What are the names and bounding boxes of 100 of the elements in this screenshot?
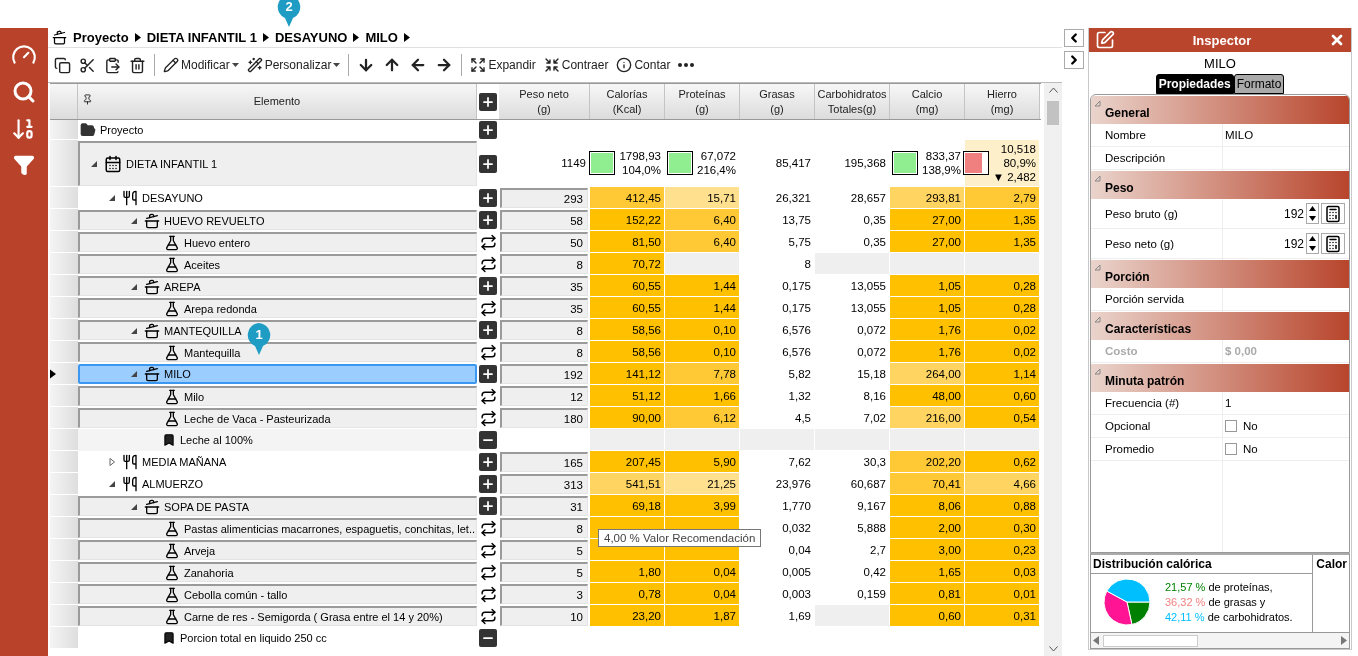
pin-icon[interactable] — [82, 94, 93, 105]
weight-field[interactable]: 8 — [500, 518, 588, 538]
swap-icon[interactable] — [479, 343, 497, 361]
tree-item[interactable]: HUEVO REVUELTO — [164, 214, 265, 227]
swap-icon[interactable] — [479, 233, 497, 251]
weight-field[interactable]: 3 — [500, 584, 588, 604]
weight-field[interactable]: 35 — [500, 276, 588, 296]
weight-field[interactable]: 50 — [500, 232, 588, 252]
column-header[interactable]: Peso neto (g) — [499, 84, 590, 119]
weight-field[interactable]: 5 — [500, 540, 588, 560]
toolbar-button[interactable]: Expandir — [468, 54, 538, 76]
swap-icon[interactable] — [479, 541, 497, 559]
tree-item[interactable]: MILO — [164, 368, 191, 380]
swap-icon[interactable] — [479, 409, 497, 427]
add-button[interactable] — [479, 92, 497, 111]
weight-field[interactable]: 180 — [500, 408, 588, 428]
row-header[interactable] — [50, 363, 78, 385]
tree-item[interactable]: Aceites — [184, 258, 221, 271]
expander-icon[interactable] — [130, 326, 138, 335]
expander-icon[interactable] — [130, 502, 138, 511]
breadcrumb-item[interactable]: DIETA INFANTIL 1 — [146, 30, 257, 45]
weight-field[interactable]: 8 — [500, 342, 588, 362]
expander-icon[interactable] — [130, 282, 138, 291]
previous-button[interactable] — [1064, 29, 1084, 47]
add-button[interactable] — [479, 475, 497, 493]
section-header[interactable]: Peso — [1091, 171, 1349, 199]
column-header[interactable]: Calcio (mg) — [890, 84, 965, 119]
add-button[interactable] — [479, 453, 497, 471]
weight-field[interactable]: 5 — [500, 562, 588, 582]
breadcrumb-arrow-icon[interactable] — [262, 33, 269, 42]
scroll-left-icon[interactable] — [1093, 636, 1099, 645]
add-button[interactable] — [479, 365, 497, 383]
scroll-thumb[interactable] — [1103, 634, 1198, 647]
swap-icon[interactable] — [479, 519, 497, 537]
tree-item[interactable]: Porcion total en liquido 250 cc — [180, 632, 327, 644]
checkbox[interactable] — [1225, 420, 1237, 432]
remove-button[interactable] — [479, 431, 497, 449]
property-value[interactable]: 1 — [1223, 397, 1349, 409]
breadcrumb-arrow-icon[interactable] — [403, 33, 410, 42]
toolbar-button[interactable]: Personalizar — [244, 54, 343, 76]
weight-field[interactable]: 31 — [500, 496, 588, 516]
tree-item[interactable]: Proyecto — [100, 124, 144, 136]
column-header[interactable]: Grasas (g) — [740, 84, 815, 119]
toolbar-button[interactable]: Contraer — [541, 54, 611, 76]
column-header[interactable]: Carbohidratos Totales(g) — [815, 84, 890, 119]
tree-item[interactable]: Arepa redonda — [184, 302, 257, 315]
number-value[interactable]: 192 — [1283, 236, 1304, 251]
tree-item[interactable]: Leche al 100% — [180, 434, 253, 446]
checkbox[interactable] — [1225, 443, 1237, 455]
weight-field[interactable]: 12 — [500, 386, 588, 406]
tree-item[interactable]: SOPA DE PASTA — [164, 500, 249, 513]
swap-icon[interactable] — [479, 607, 497, 625]
section-header[interactable]: Porción — [1091, 260, 1349, 288]
tree-item[interactable]: Cebolla común - tallo — [184, 588, 288, 601]
tree-item[interactable]: Huevo entero — [184, 236, 251, 249]
column-header[interactable]: Elemento — [253, 94, 301, 109]
tree-item[interactable]: Zanahoria — [184, 566, 234, 579]
column-header[interactable]: Proteínas (g) — [665, 84, 740, 119]
tree-item[interactable]: MANTEQUILLA — [164, 324, 242, 337]
expander-icon[interactable] — [108, 458, 116, 466]
next-button[interactable] — [1064, 51, 1084, 69]
tree-item[interactable]: Arveja — [184, 544, 216, 557]
filter-icon[interactable] — [13, 154, 35, 176]
swap-icon[interactable] — [479, 255, 497, 273]
swap-icon[interactable] — [479, 387, 497, 405]
add-button[interactable] — [479, 189, 497, 207]
weight-field[interactable]: 58 — [500, 210, 588, 230]
scroll-right-icon[interactable] — [1341, 636, 1347, 645]
weight-field[interactable]: 8 — [500, 320, 588, 340]
weight-field[interactable]: 313 — [500, 474, 588, 494]
tree-item[interactable]: DESAYUNO — [142, 192, 203, 204]
expander-icon[interactable] — [108, 194, 116, 202]
weight-field[interactable]: 10 — [500, 606, 588, 626]
add-button[interactable] — [479, 277, 497, 295]
close-icon[interactable] — [1329, 32, 1345, 48]
tree-item[interactable]: ALMUERZO — [142, 478, 204, 490]
scroll-down-icon[interactable] — [1048, 646, 1058, 652]
expander-icon[interactable] — [130, 370, 138, 378]
calculator-button[interactable] — [1321, 233, 1345, 254]
spinner-control[interactable] — [1306, 233, 1319, 254]
breadcrumb-arrow-icon[interactable] — [134, 33, 141, 42]
breadcrumb-arrow-icon[interactable] — [353, 33, 360, 42]
breadcrumb-item[interactable]: MILO — [365, 30, 398, 45]
vertical-scrollbar[interactable] — [1044, 83, 1062, 656]
expander-icon[interactable] — [108, 480, 116, 488]
tab[interactable]: Formato — [1233, 74, 1285, 94]
weight-field[interactable]: 192 — [500, 364, 588, 384]
tree-item[interactable]: Milo — [184, 390, 205, 403]
weight-field[interactable]: 8 — [500, 254, 588, 274]
tree-item[interactable]: MEDIA MAÑANA — [142, 456, 227, 468]
scroll-thumb[interactable] — [1047, 101, 1059, 125]
add-button[interactable] — [479, 321, 497, 339]
horizontal-scrollbar[interactable] — [1090, 633, 1350, 649]
section-header[interactable]: Características — [1091, 312, 1349, 340]
add-button[interactable] — [479, 154, 497, 173]
weight-field[interactable]: 293 — [500, 188, 588, 208]
swap-icon[interactable] — [479, 585, 497, 603]
toolbar-button[interactable]: Modificar — [161, 54, 241, 76]
column-header[interactable]: Hierro (mg) — [965, 84, 1040, 119]
swap-icon[interactable] — [479, 563, 497, 581]
